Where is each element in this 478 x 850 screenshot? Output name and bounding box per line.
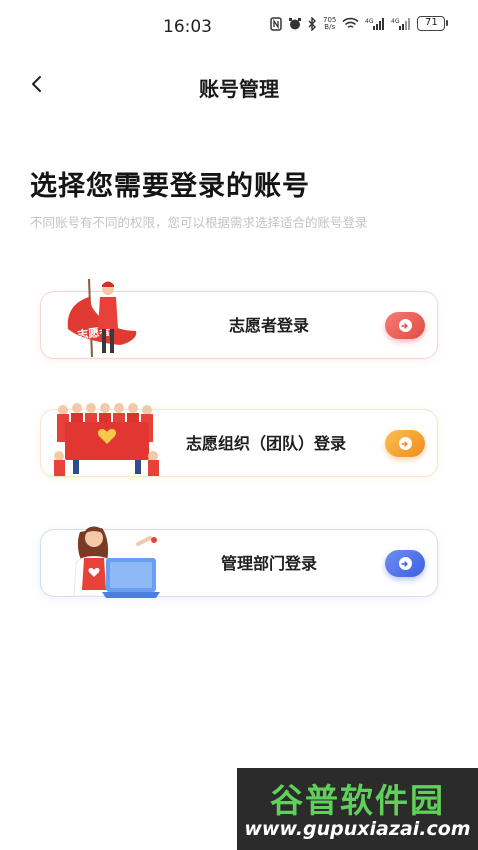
page-title: 账号管理	[199, 77, 279, 101]
department-login-label: 管理部门登录	[221, 554, 318, 573]
section-heading: 选择您需要登录的账号	[30, 171, 310, 202]
section-subheading: 不同账号有不同的权限，您可以根据需求选择适合的账号登录	[30, 215, 368, 230]
status-time: 16:03	[163, 17, 212, 37]
signal-4g-icon: 4G	[365, 17, 385, 31]
bluetooth-icon	[308, 16, 317, 31]
admin-laptop-illustration	[66, 518, 162, 604]
volunteer-login-label: 志愿者登录	[229, 316, 310, 335]
chevron-left-icon	[30, 75, 42, 97]
watermark-url: www.gupuxiazai.com	[244, 818, 471, 840]
signal-4g-icon: 4G	[391, 17, 411, 31]
volunteer-team-illustration	[53, 400, 165, 482]
arrow-right-icon	[398, 557, 412, 570]
volunteer-flag-illustration: 志愿者	[62, 277, 142, 365]
wifi-icon	[342, 17, 359, 30]
nfc-icon	[270, 16, 282, 31]
arrow-right-icon	[398, 437, 412, 450]
arrow-right-icon	[398, 319, 412, 332]
net-speed-unit: B/s	[324, 22, 336, 31]
organization-login-arrow-button[interactable]	[385, 430, 425, 457]
status-bar: 16:03 705 B/s 4G 4G 71	[0, 0, 478, 56]
status-icons: 705 B/s 4G 4G 71	[270, 16, 449, 31]
back-button[interactable]	[22, 72, 50, 100]
volunteer-login-arrow-button[interactable]	[385, 312, 425, 339]
alarm-icon	[288, 17, 302, 31]
svg-text:4G: 4G	[391, 18, 400, 25]
svg-text:4G: 4G	[365, 18, 374, 25]
nav-bar: 账号管理	[0, 64, 478, 108]
net-speed: 705 B/s	[323, 16, 336, 31]
watermark-name: 谷普软件园	[270, 781, 445, 820]
battery-icon: 71	[417, 16, 449, 31]
watermark-logo: 谷普软件园 www.gupuxiazai.com	[237, 768, 478, 850]
organization-login-label: 志愿组织（团队）登录	[186, 434, 347, 453]
department-login-arrow-button[interactable]	[385, 550, 425, 577]
